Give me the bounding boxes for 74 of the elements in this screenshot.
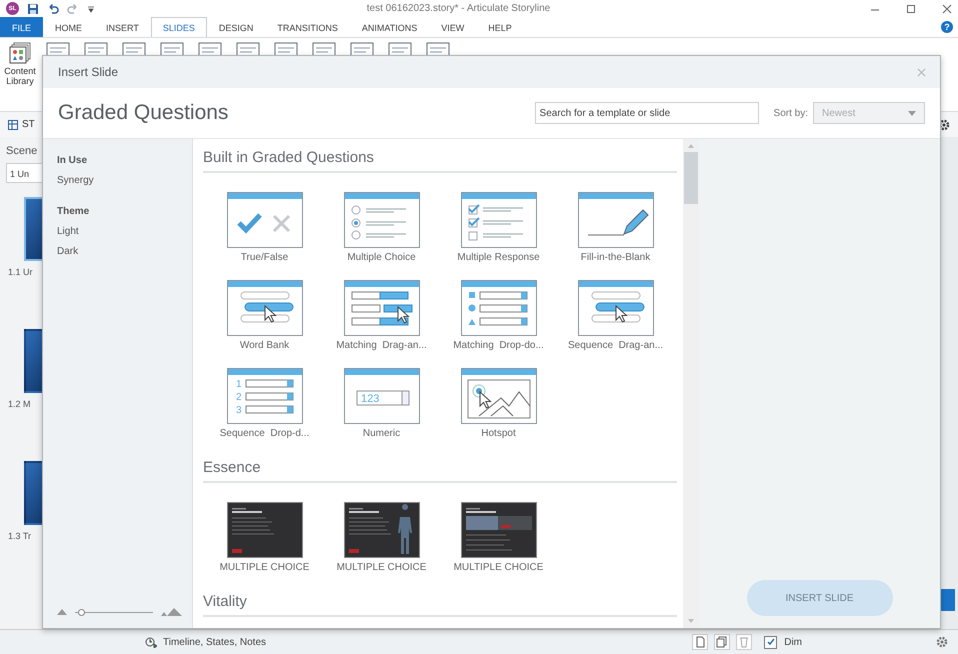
template-tile[interactable]: 123 Numeric [323, 368, 440, 450]
customize-caret-icon[interactable] [87, 4, 95, 12]
filter-item[interactable]: Dark [57, 246, 192, 257]
checkmark-icon [766, 637, 776, 647]
small-triangle-icon[interactable] [57, 609, 67, 615]
filter-heading: In Use [57, 155, 88, 166]
shape-dropdowns-icon [460, 280, 536, 336]
timeline-bar-label[interactable]: Timeline, States, Notes [163, 636, 266, 648]
maximize-icon[interactable] [906, 4, 916, 14]
checkbox-list-icon [460, 192, 536, 248]
undo-icon[interactable] [47, 2, 59, 14]
template-tile[interactable]: 1 2 3 Sequence Drop-d... [206, 368, 323, 450]
ribbon-tab[interactable]: INSERT [94, 17, 151, 37]
panel-tab-label: ST [22, 119, 35, 130]
pointer-on-picture-icon [460, 368, 536, 424]
template-tile[interactable]: Multiple Response [440, 192, 557, 274]
numbered-dropdowns-icon: 1 2 3 [226, 368, 302, 424]
section-heading: Built in Graded Questions [203, 149, 677, 173]
template-tile[interactable]: MULTIPLE CHOICE [206, 502, 323, 584]
timeline-icon[interactable] [145, 636, 157, 648]
search-field[interactable]: Search for a template or slide [534, 102, 759, 124]
template-tile[interactable]: Multiple Choice [323, 192, 440, 274]
grid-icon [8, 120, 18, 130]
dim-label: Dim [784, 636, 802, 648]
save-icon[interactable] [27, 2, 39, 14]
help-button[interactable]: ? [941, 21, 953, 33]
scene-heading: Scene [6, 145, 38, 157]
template-tile[interactable]: Sequence Drag-an... [557, 280, 674, 362]
section-heading: Vitality [203, 593, 677, 617]
template-tile[interactable]: Word Bank [206, 280, 323, 362]
template-tile[interactable]: Matching Drag-an... [323, 280, 440, 362]
filter-item[interactable]: Light [57, 226, 192, 237]
slide-label: 1.2 M [8, 399, 32, 409]
sort-label: Sort by: [774, 108, 808, 118]
duplicate-slide-icon[interactable] [714, 634, 730, 650]
template-tile[interactable]: MULTIPLE CHOICE [323, 502, 440, 584]
ribbon-tab[interactable]: HOME [43, 17, 94, 37]
pointer-on-bar-icon [226, 280, 302, 336]
template-tile[interactable]: True/False [206, 192, 323, 274]
window-title: test 06162023.story* - Articulate Storyline [366, 3, 552, 14]
number-spinner-icon: 123 [344, 368, 420, 424]
scrollbar[interactable] [683, 139, 699, 628]
close-icon[interactable] [942, 4, 952, 14]
filter-item[interactable]: Synergy [57, 175, 192, 186]
dialog-title: Insert Slide [58, 65, 118, 79]
template-tile[interactable]: MULTIPLE CHOICE [440, 502, 557, 584]
template-tile[interactable]: Fill-in-the-Blank [557, 192, 674, 274]
ribbon-tab[interactable]: DESIGN [206, 17, 266, 37]
panel-tab[interactable]: ST [8, 119, 35, 130]
dialog-heading: Graded Questions [58, 101, 230, 125]
filter-heading: Theme [57, 206, 90, 217]
ribbon-tab[interactable]: VIEW [429, 17, 476, 37]
large-triangles-icon[interactable] [161, 608, 183, 616]
settings-icon[interactable] [938, 118, 950, 130]
slide-label: 1.1 Ur [8, 267, 34, 277]
ribbon-tab[interactable]: TRANSITIONS [265, 17, 350, 37]
ribbon-tab[interactable]: ANIMATIONS [350, 17, 430, 37]
content-library-button[interactable]: Content Library [0, 38, 40, 111]
content-library-icon [9, 42, 31, 64]
ribbon-tab[interactable]: HELP [476, 17, 524, 37]
template-tile[interactable]: Matching Drop-do... [440, 280, 557, 362]
ribbon-tab[interactable]: SLIDES [150, 17, 207, 37]
ribbon-tab[interactable]: FILE [0, 17, 44, 37]
slide-label: 1.3 Tr [8, 531, 32, 541]
pointer-on-bar-icon [578, 280, 654, 336]
dim-checkbox[interactable] [764, 636, 778, 648]
scrollbar-thumb[interactable] [684, 152, 698, 204]
section-heading: Essence [203, 459, 677, 483]
check-and-cross-icon [226, 192, 302, 248]
pointer-drag-bars-icon [344, 280, 420, 336]
template-tile[interactable]: Hotspot [440, 368, 557, 450]
zoom-slider-thumb[interactable] [78, 608, 86, 616]
new-slide-icon[interactable] [692, 634, 708, 650]
radio-list-icon [344, 192, 420, 248]
